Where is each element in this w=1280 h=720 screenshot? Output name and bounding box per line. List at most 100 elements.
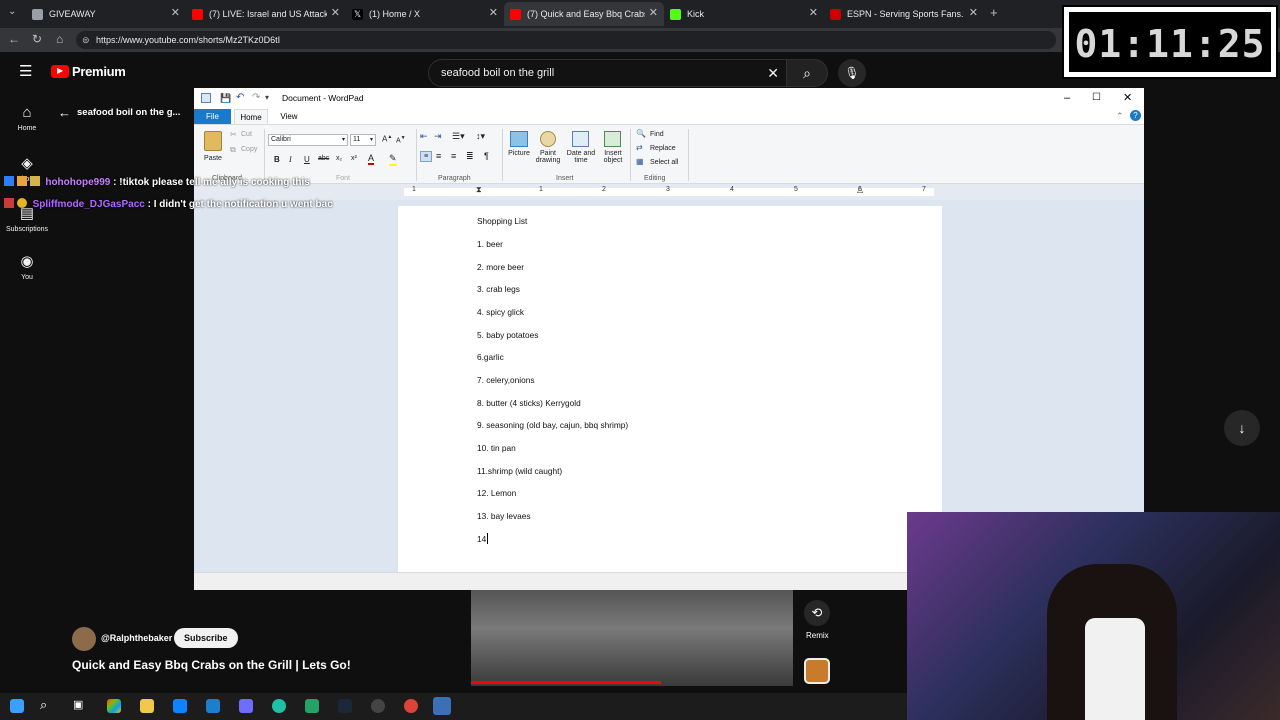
subscribe-button[interactable]: Subscribe xyxy=(174,628,238,648)
channel-name[interactable]: @Ralphthebaker xyxy=(101,633,172,643)
font-family-select[interactable]: Calibri ▾ xyxy=(268,134,348,146)
insert-object-button[interactable]: Insert object xyxy=(598,150,628,164)
edge-icon[interactable] xyxy=(272,699,286,713)
minimize-icon[interactable]: – xyxy=(1064,88,1070,108)
quick-access-dropdown-icon[interactable]: ▾ xyxy=(265,88,269,108)
tab-view[interactable]: View xyxy=(274,109,304,124)
align-right-icon[interactable]: ≡ xyxy=(451,151,456,161)
bold-icon[interactable]: B xyxy=(274,155,280,164)
browser-tab[interactable]: (7) LIVE: Israel and US Attack Iran ✕ xyxy=(186,2,346,26)
browser-tab[interactable]: GIVEAWAY ✕ xyxy=(26,2,186,26)
tab-list-chevron-icon[interactable]: ⌄ xyxy=(8,6,16,17)
remix-icon[interactable]: ⟲ xyxy=(804,600,830,626)
highlight-icon[interactable]: ✎ xyxy=(389,153,397,166)
justify-icon[interactable]: ≣ xyxy=(466,151,474,162)
strikethrough-icon[interactable]: abc xyxy=(318,155,329,162)
ruler[interactable]: 1 ⧗ 1 2 3 4 5 △ 6 7 xyxy=(194,184,1144,200)
tab-close-icon[interactable]: ✕ xyxy=(171,6,180,19)
home-icon[interactable]: ⌂ xyxy=(56,32,63,46)
help-icon[interactable]: ? xyxy=(1130,110,1141,121)
tab-home[interactable]: Home xyxy=(234,109,268,124)
windows-start-icon[interactable] xyxy=(10,699,24,713)
indent-marker-icon[interactable]: ⧗ xyxy=(476,185,482,195)
voice-search-button[interactable]: 🎙 xyxy=(838,59,866,87)
close-window-icon[interactable]: ✕ xyxy=(1123,88,1132,108)
new-tab-icon[interactable]: + xyxy=(990,5,998,20)
next-short-arrow-icon[interactable]: ↓ xyxy=(1224,410,1260,446)
paste-button[interactable]: Paste xyxy=(200,155,226,162)
document-page[interactable]: Shopping List 1. beer 2. more beer 3. cr… xyxy=(398,206,942,586)
increase-indent-icon[interactable]: ⇥ xyxy=(434,131,442,142)
editing-group-label: Editing xyxy=(644,175,666,182)
back-arrow-icon[interactable]: ← xyxy=(8,32,20,46)
shrink-font-icon[interactable]: A▼ xyxy=(396,135,406,144)
redo-icon[interactable]: ↷ xyxy=(252,88,260,108)
undo-icon[interactable]: ↶ xyxy=(236,88,244,108)
decrease-indent-icon[interactable]: ⇤ xyxy=(420,131,428,142)
copy-icon: ⧉ xyxy=(230,145,236,154)
tab-file[interactable]: File xyxy=(194,109,231,124)
picture-button[interactable]: Picture xyxy=(504,150,534,157)
wordpad-taskbar-icon[interactable] xyxy=(433,697,451,715)
date-time-button[interactable]: Date and time xyxy=(564,150,598,164)
sound-thumbnail[interactable] xyxy=(804,658,830,684)
subscript-icon[interactable]: x₂ xyxy=(336,155,342,162)
clear-search-icon[interactable]: ✕ xyxy=(767,60,779,86)
url-input[interactable]: ⊜ https://www.youtube.com/shorts/Mz2TKz0… xyxy=(76,31,1056,49)
maximize-icon[interactable]: ☐ xyxy=(1092,88,1101,108)
obs-icon[interactable] xyxy=(371,699,385,713)
align-left-icon[interactable]: ≡ xyxy=(420,151,432,162)
app-icon[interactable] xyxy=(305,699,319,713)
video-title[interactable]: Quick and Easy Bbq Crabs on the Grill | … xyxy=(72,658,351,672)
menu-icon[interactable]: ☰ xyxy=(19,62,32,80)
task-view-icon[interactable]: ▣ xyxy=(73,698,83,711)
line-spacing-icon[interactable]: ↕▾ xyxy=(476,131,485,142)
tab-close-icon[interactable]: ✕ xyxy=(331,6,340,19)
video-preview[interactable] xyxy=(471,590,793,686)
font-color-icon[interactable]: A xyxy=(368,153,375,165)
superscript-icon[interactable]: x² xyxy=(351,155,357,162)
bullets-icon[interactable]: ☰▾ xyxy=(452,131,465,142)
reload-icon[interactable]: ↻ xyxy=(32,32,42,46)
copy-button[interactable]: Copy xyxy=(241,146,257,153)
browser-tab[interactable]: 𝕏 (1) Home / X ✕ xyxy=(346,2,504,26)
paragraph-settings-icon[interactable]: ¶ xyxy=(484,151,489,161)
file-explorer-icon[interactable] xyxy=(140,699,154,713)
paste-icon[interactable] xyxy=(204,131,222,151)
tab-close-icon[interactable]: ✕ xyxy=(809,6,818,19)
steam-icon[interactable] xyxy=(338,699,352,713)
tab-close-icon[interactable]: ✕ xyxy=(489,6,498,19)
store-icon[interactable] xyxy=(206,699,220,713)
copilot-icon[interactable] xyxy=(107,699,121,713)
outlook-icon[interactable] xyxy=(173,699,187,713)
grow-font-icon[interactable]: A▲ xyxy=(382,134,392,144)
progress-bar[interactable] xyxy=(471,681,661,684)
save-icon[interactable]: 💾 xyxy=(220,88,231,108)
site-info-icon[interactable]: ⊜ xyxy=(82,31,90,49)
search-icon[interactable]: ⌕ xyxy=(40,697,47,713)
find-button[interactable]: Find xyxy=(650,131,664,138)
document-line: 3. crab legs xyxy=(477,284,520,294)
align-center-icon[interactable]: ≡ xyxy=(436,151,441,161)
chrome-icon[interactable] xyxy=(404,699,418,713)
tab-close-icon[interactable]: ✕ xyxy=(969,6,978,19)
font-size-select[interactable]: 11 ▾ xyxy=(350,134,376,146)
sidebar-item-home[interactable]: ⌂ Home xyxy=(0,104,54,132)
paint-drawing-button[interactable]: Paint drawing xyxy=(532,150,564,164)
back-arrow-icon[interactable]: ← xyxy=(58,105,71,120)
replace-button[interactable]: Replace xyxy=(650,145,676,152)
select-all-button[interactable]: Select all xyxy=(650,159,678,166)
app-icon[interactable] xyxy=(239,699,253,713)
ribbon-collapse-icon[interactable]: ⌃ xyxy=(1116,111,1124,122)
avatar[interactable] xyxy=(72,627,96,651)
browser-tab-active[interactable]: (7) Quick and Easy Bbq Crabs on th ✕ xyxy=(504,2,664,26)
search-input[interactable]: seafood boil on the grill ✕ xyxy=(428,59,794,87)
cut-button[interactable]: Cut xyxy=(241,131,252,138)
browser-tab[interactable]: Kick ✕ xyxy=(664,2,824,26)
italic-icon[interactable]: I xyxy=(289,155,292,164)
browser-tab[interactable]: ESPN - Serving Sports Fans. Anytim ✕ xyxy=(824,2,984,26)
search-button[interactable]: ⌕ xyxy=(786,59,828,87)
underline-icon[interactable]: U xyxy=(304,155,310,164)
sidebar-item-you[interactable]: ◉ You xyxy=(0,252,54,281)
tab-close-icon[interactable]: ✕ xyxy=(649,6,658,19)
